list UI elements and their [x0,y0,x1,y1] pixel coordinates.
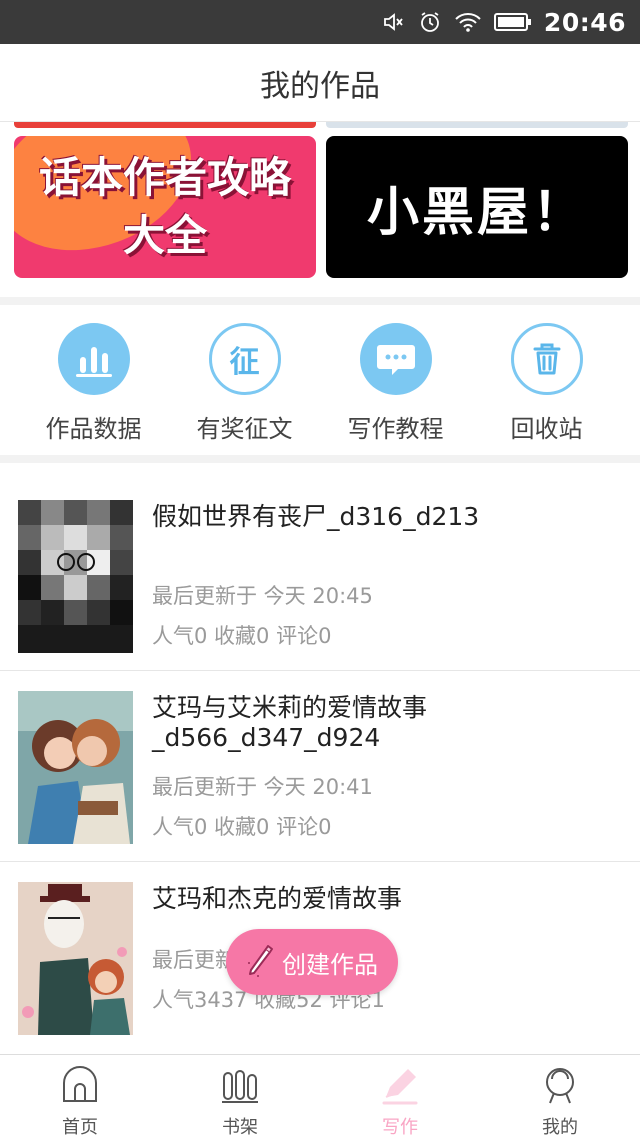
status-icons: 20:46 [382,0,626,44]
home-icon [60,1065,100,1109]
nav-bar: 我的作品 [0,44,640,122]
quick-label-works-data: 作品数据 [45,415,142,443]
quick-label-recycle-bin: 回收站 [510,415,583,443]
mute-icon [382,10,406,34]
tab-home-label: 首页 [62,1117,98,1138]
status-time: 20:46 [543,7,626,37]
bookshelf-icon [220,1065,260,1109]
tab-bookshelf-label: 书架 [222,1117,258,1138]
banner-author-guide[interactable]: 话本作者攻略 大全 [14,136,316,278]
battery-icon [493,11,532,33]
status-bar: 20:46 [0,0,640,44]
tab-write-label: 写作 [382,1117,418,1138]
section-divider [0,455,640,463]
quick-item-contest[interactable]: 征 有奖征文 [169,305,320,455]
trash-icon [510,323,583,395]
work-title: 艾玛和杰克的爱情故事 [152,884,403,913]
work-item[interactable]: 艾玛与艾米莉的爱情故事_d566_d347_d924 最后更新于 今天 20:4… [0,671,640,862]
work-stats: 人气0 收藏0 评论0 [152,815,332,839]
bottom-tab-bar: 首页 书架 写作 我的 [0,1054,640,1138]
work-title: 假如世界有丧尸_d316_d213 [152,502,480,531]
alarm-icon [418,10,442,34]
section-divider [0,297,640,305]
profile-icon [540,1065,580,1109]
work-updated: 最后更新 [152,948,236,972]
banner-peek-left [14,122,316,128]
pencil-icon [246,943,276,981]
work-updated: 最后更新于 今天 20:41 [152,775,373,799]
contest-icon-char: 征 [229,345,260,380]
wifi-icon [454,10,482,34]
work-cover-image [18,500,133,653]
tab-profile-label: 我的 [542,1117,578,1138]
page-title: 我的作品 [260,68,380,104]
work-item[interactable]: 假如世界有丧尸_d316_d213 最后更新于 今天 20:45 人气0 收藏0… [0,480,640,671]
work-title: 艾玛与艾米莉的爱情故事_d566_d347_d924 [152,693,428,752]
tab-home[interactable]: 首页 [0,1055,160,1138]
tab-bookshelf[interactable]: 书架 [160,1055,320,1138]
quick-item-tutorial[interactable]: 写作教程 [320,305,471,455]
tab-write[interactable]: 写作 [320,1055,480,1138]
work-updated: 最后更新于 今天 20:45 [152,584,373,608]
work-stats: 人气0 收藏0 评论0 [152,624,332,648]
quick-item-works-data[interactable]: 作品数据 [18,305,169,455]
quick-menu: 作品数据 征 有奖征文 写作教程 回收站 [0,305,640,455]
quick-label-contest: 有奖征文 [196,415,293,443]
create-work-button[interactable]: 创建作品 [226,929,398,995]
work-cover-image [18,691,133,844]
banner-peek-right [326,122,628,128]
contest-icon: 征 [208,323,281,395]
tab-profile[interactable]: 我的 [480,1055,640,1138]
work-cover-image [18,882,133,1035]
quick-label-tutorial: 写作教程 [347,415,444,443]
banner-author-guide-text: 话本作者攻略 大全 [39,149,291,265]
bar-chart-icon [57,323,130,395]
banner-author-guide-line2: 大全 [122,211,207,260]
quick-item-recycle-bin[interactable]: 回收站 [471,305,622,455]
create-work-label: 创建作品 [282,950,378,979]
banner-author-guide-line1: 话本作者攻略 [38,153,291,202]
pen-icon [380,1065,420,1109]
banner-dark-room[interactable]: 小黑屋！ [326,136,628,278]
chat-bubble-icon [359,323,432,395]
banner-dark-room-text: 小黑屋！ [366,182,587,243]
